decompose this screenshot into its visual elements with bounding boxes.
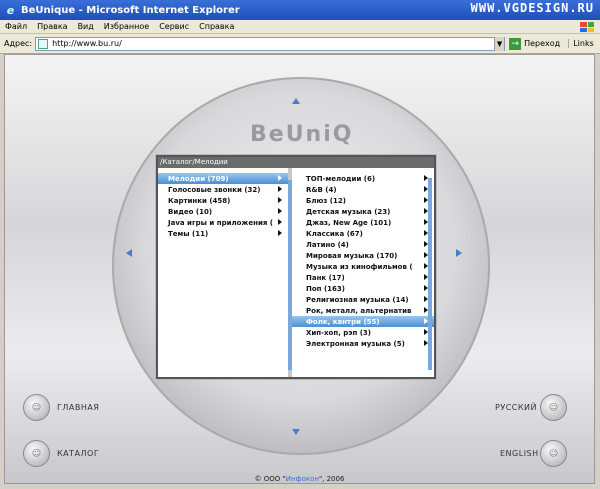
address-label: Адрес: <box>4 39 33 48</box>
brand-watermark: WWW.VGDESIGN.RU <box>470 1 594 15</box>
list-item[interactable]: Картинки (458) <box>158 195 288 206</box>
menu-edit[interactable]: Правка <box>37 22 67 31</box>
nav-up-icon[interactable] <box>292 98 300 104</box>
site-logo: BeUniQ <box>250 122 354 147</box>
address-url: http://www.bu.ru/ <box>52 39 122 48</box>
menu-bar: Файл Правка Вид Избранное Сервис Справка <box>0 20 600 34</box>
menu-favorites[interactable]: Избранное <box>104 22 149 31</box>
catalog-panel: /Каталог/Мелодии Мелодии (709) Голосовые… <box>156 155 436 379</box>
links-button[interactable]: Links <box>568 39 594 48</box>
russian-label[interactable]: РУССКИЙ <box>495 403 537 412</box>
nav-down-icon[interactable] <box>292 429 300 435</box>
arrow-right-icon <box>278 219 282 225</box>
face-icon: ☺ <box>31 402 42 413</box>
ie-icon: e <box>6 3 15 17</box>
list-item[interactable]: Латино (4) <box>292 239 434 250</box>
nav-left-icon[interactable] <box>126 249 132 257</box>
page-icon <box>38 38 49 49</box>
list-item[interactable]: Поп (163) <box>292 283 434 294</box>
list-item[interactable]: Хип-хоп, рэп (3) <box>292 327 434 338</box>
arrow-right-icon <box>278 175 282 181</box>
english-button[interactable]: ☺ <box>540 440 567 467</box>
list-item[interactable]: Видео (10) <box>158 206 288 217</box>
address-bar: Адрес: http://www.bu.ru/ ▼ → Переход Lin… <box>0 34 600 54</box>
menu-file[interactable]: Файл <box>5 22 27 31</box>
go-button[interactable]: → Переход <box>509 37 561 50</box>
english-label[interactable]: ENGLISH <box>500 449 539 458</box>
subcategory-list: ТОП-мелодии (6) R&B (4) Блюз (12) Детска… <box>292 168 434 377</box>
scrollbar-right[interactable] <box>428 178 432 370</box>
menu-tools[interactable]: Сервис <box>159 22 189 31</box>
list-item[interactable]: Классика (67) <box>292 228 434 239</box>
russian-button[interactable]: ☺ <box>540 394 567 421</box>
windows-logo-icon <box>578 20 596 34</box>
list-item[interactable]: R&B (4) <box>292 184 434 195</box>
list-item[interactable]: Рок, металл, альтернатив <box>292 305 434 316</box>
category-list: Мелодии (709) Голосовые звонки (32) Карт… <box>158 168 292 377</box>
menu-view[interactable]: Вид <box>78 22 94 31</box>
list-item[interactable]: Религиозная музыка (14) <box>292 294 434 305</box>
go-label: Переход <box>524 39 561 48</box>
address-input[interactable]: http://www.bu.ru/ ▼ <box>35 36 506 51</box>
list-item[interactable]: Мелодии (709) <box>158 173 288 184</box>
home-label[interactable]: ГЛАВНАЯ <box>57 403 99 412</box>
go-arrow-icon: → <box>509 37 522 50</box>
list-item[interactable]: Блюз (12) <box>292 195 434 206</box>
catalog-button[interactable]: ☺ <box>23 440 50 467</box>
panel-breadcrumb: /Каталог/Мелодии <box>158 157 434 168</box>
arrow-right-icon <box>278 230 282 236</box>
window-titlebar: e BeUnique - Microsoft Internet Explorer… <box>0 0 600 20</box>
list-item[interactable]: ТОП-мелодии (6) <box>292 173 434 184</box>
arrow-right-icon <box>278 197 282 203</box>
list-item[interactable]: Электронная музыка (5) <box>292 338 434 349</box>
list-item[interactable]: Мировая музыка (170) <box>292 250 434 261</box>
face-icon: ☺ <box>31 448 42 459</box>
footer-company-link[interactable]: Инфокон <box>286 475 319 483</box>
page-content: BeUniQ /Каталог/Мелодии Мелодии (709) Го… <box>4 54 595 484</box>
arrow-right-icon <box>278 186 282 192</box>
address-dropdown-icon[interactable]: ▼ <box>494 36 505 51</box>
nav-right-icon[interactable] <box>456 249 462 257</box>
list-item[interactable]: Голосовые звонки (32) <box>158 184 288 195</box>
home-button[interactable]: ☺ <box>23 394 50 421</box>
menu-help[interactable]: Справка <box>199 22 234 31</box>
list-item[interactable]: Панк (17) <box>292 272 434 283</box>
list-item[interactable]: Темы (11) <box>158 228 288 239</box>
list-item[interactable]: Музыка из кинофильмов ( <box>292 261 434 272</box>
list-item[interactable]: Детская музыка (23) <box>292 206 434 217</box>
list-item[interactable]: Java игры и приложения ( <box>158 217 288 228</box>
list-item[interactable]: Фолк, кантри (55) <box>292 316 434 327</box>
catalog-label[interactable]: КАТАЛОГ <box>57 449 99 458</box>
window-title: BeUnique - Microsoft Internet Explorer <box>21 4 240 16</box>
face-icon: ☺ <box>548 402 559 413</box>
face-icon: ☺ <box>548 448 559 459</box>
footer-copyright: © ООО "Инфокон", 2006 <box>254 475 345 483</box>
list-item[interactable]: Джаз, New Age (101) <box>292 217 434 228</box>
arrow-right-icon <box>278 208 282 214</box>
